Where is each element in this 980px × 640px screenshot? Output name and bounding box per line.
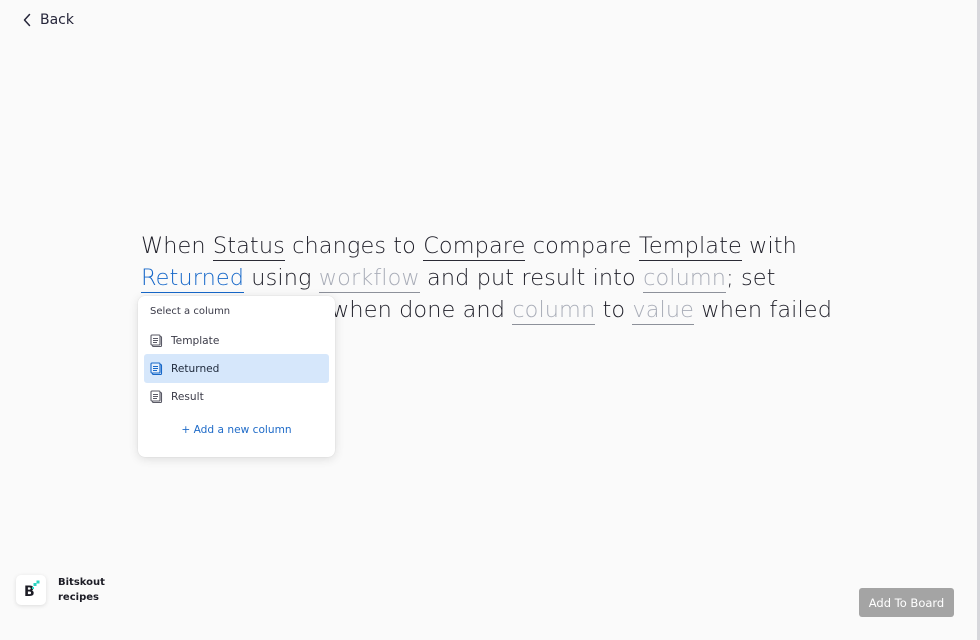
bitskout-logo-icon: B [16, 575, 46, 605]
dropdown-header: Select a column [150, 306, 231, 317]
recipe-text: when done and [331, 297, 513, 323]
option-label: Result [171, 390, 204, 403]
recipe-text: compare [525, 233, 639, 259]
recipe-text: When [141, 233, 213, 259]
status-token[interactable]: Status [212, 233, 285, 261]
recipe-text: with [741, 233, 797, 259]
brand-name-line1: Bitskout [58, 577, 105, 588]
brand: B Bitskout recipes [16, 575, 118, 605]
add-new-column-link[interactable]: + Add a new column [138, 424, 335, 436]
compare-token[interactable]: Compare [423, 233, 526, 261]
option-result[interactable]: Result [144, 382, 329, 411]
svg-text:B: B [24, 584, 35, 600]
recipe-text: to [595, 297, 633, 323]
option-returned[interactable]: Returned [144, 354, 329, 383]
option-label: Returned [171, 362, 220, 375]
template-column-token[interactable]: Template [638, 233, 742, 261]
document-icon [150, 333, 164, 348]
chevron-left-icon [22, 13, 32, 27]
recipe-line-2: Returned using workflow and put result i… [141, 262, 841, 294]
failure-value-token[interactable]: value [632, 297, 695, 325]
column-select-dropdown: Select a column Template Returned Result… [138, 296, 335, 457]
result-column-token[interactable]: column [643, 265, 727, 293]
brand-name-line2: recipes [58, 592, 99, 603]
back-button[interactable]: Back [22, 12, 74, 28]
recipe-line-1: When Status changes to Compare compare T… [141, 230, 841, 262]
back-label: Back [40, 12, 74, 28]
recipe-text: when failed [694, 297, 833, 323]
recipe-text: changes to [284, 233, 424, 259]
recipe-text: and put result into [419, 265, 644, 291]
document-icon [150, 389, 164, 404]
workflow-token[interactable]: workflow [318, 265, 420, 293]
failure-column-token[interactable]: column [512, 297, 596, 325]
brand-name: Bitskout recipes [58, 575, 118, 605]
document-icon [150, 361, 164, 376]
recipe-text: using [244, 265, 319, 291]
add-to-board-button[interactable]: Add To Board [859, 588, 954, 617]
returned-column-token[interactable]: Returned [141, 265, 245, 293]
recipe-text: ; set [726, 265, 776, 291]
option-template[interactable]: Template [144, 326, 329, 355]
option-label: Template [171, 334, 220, 347]
